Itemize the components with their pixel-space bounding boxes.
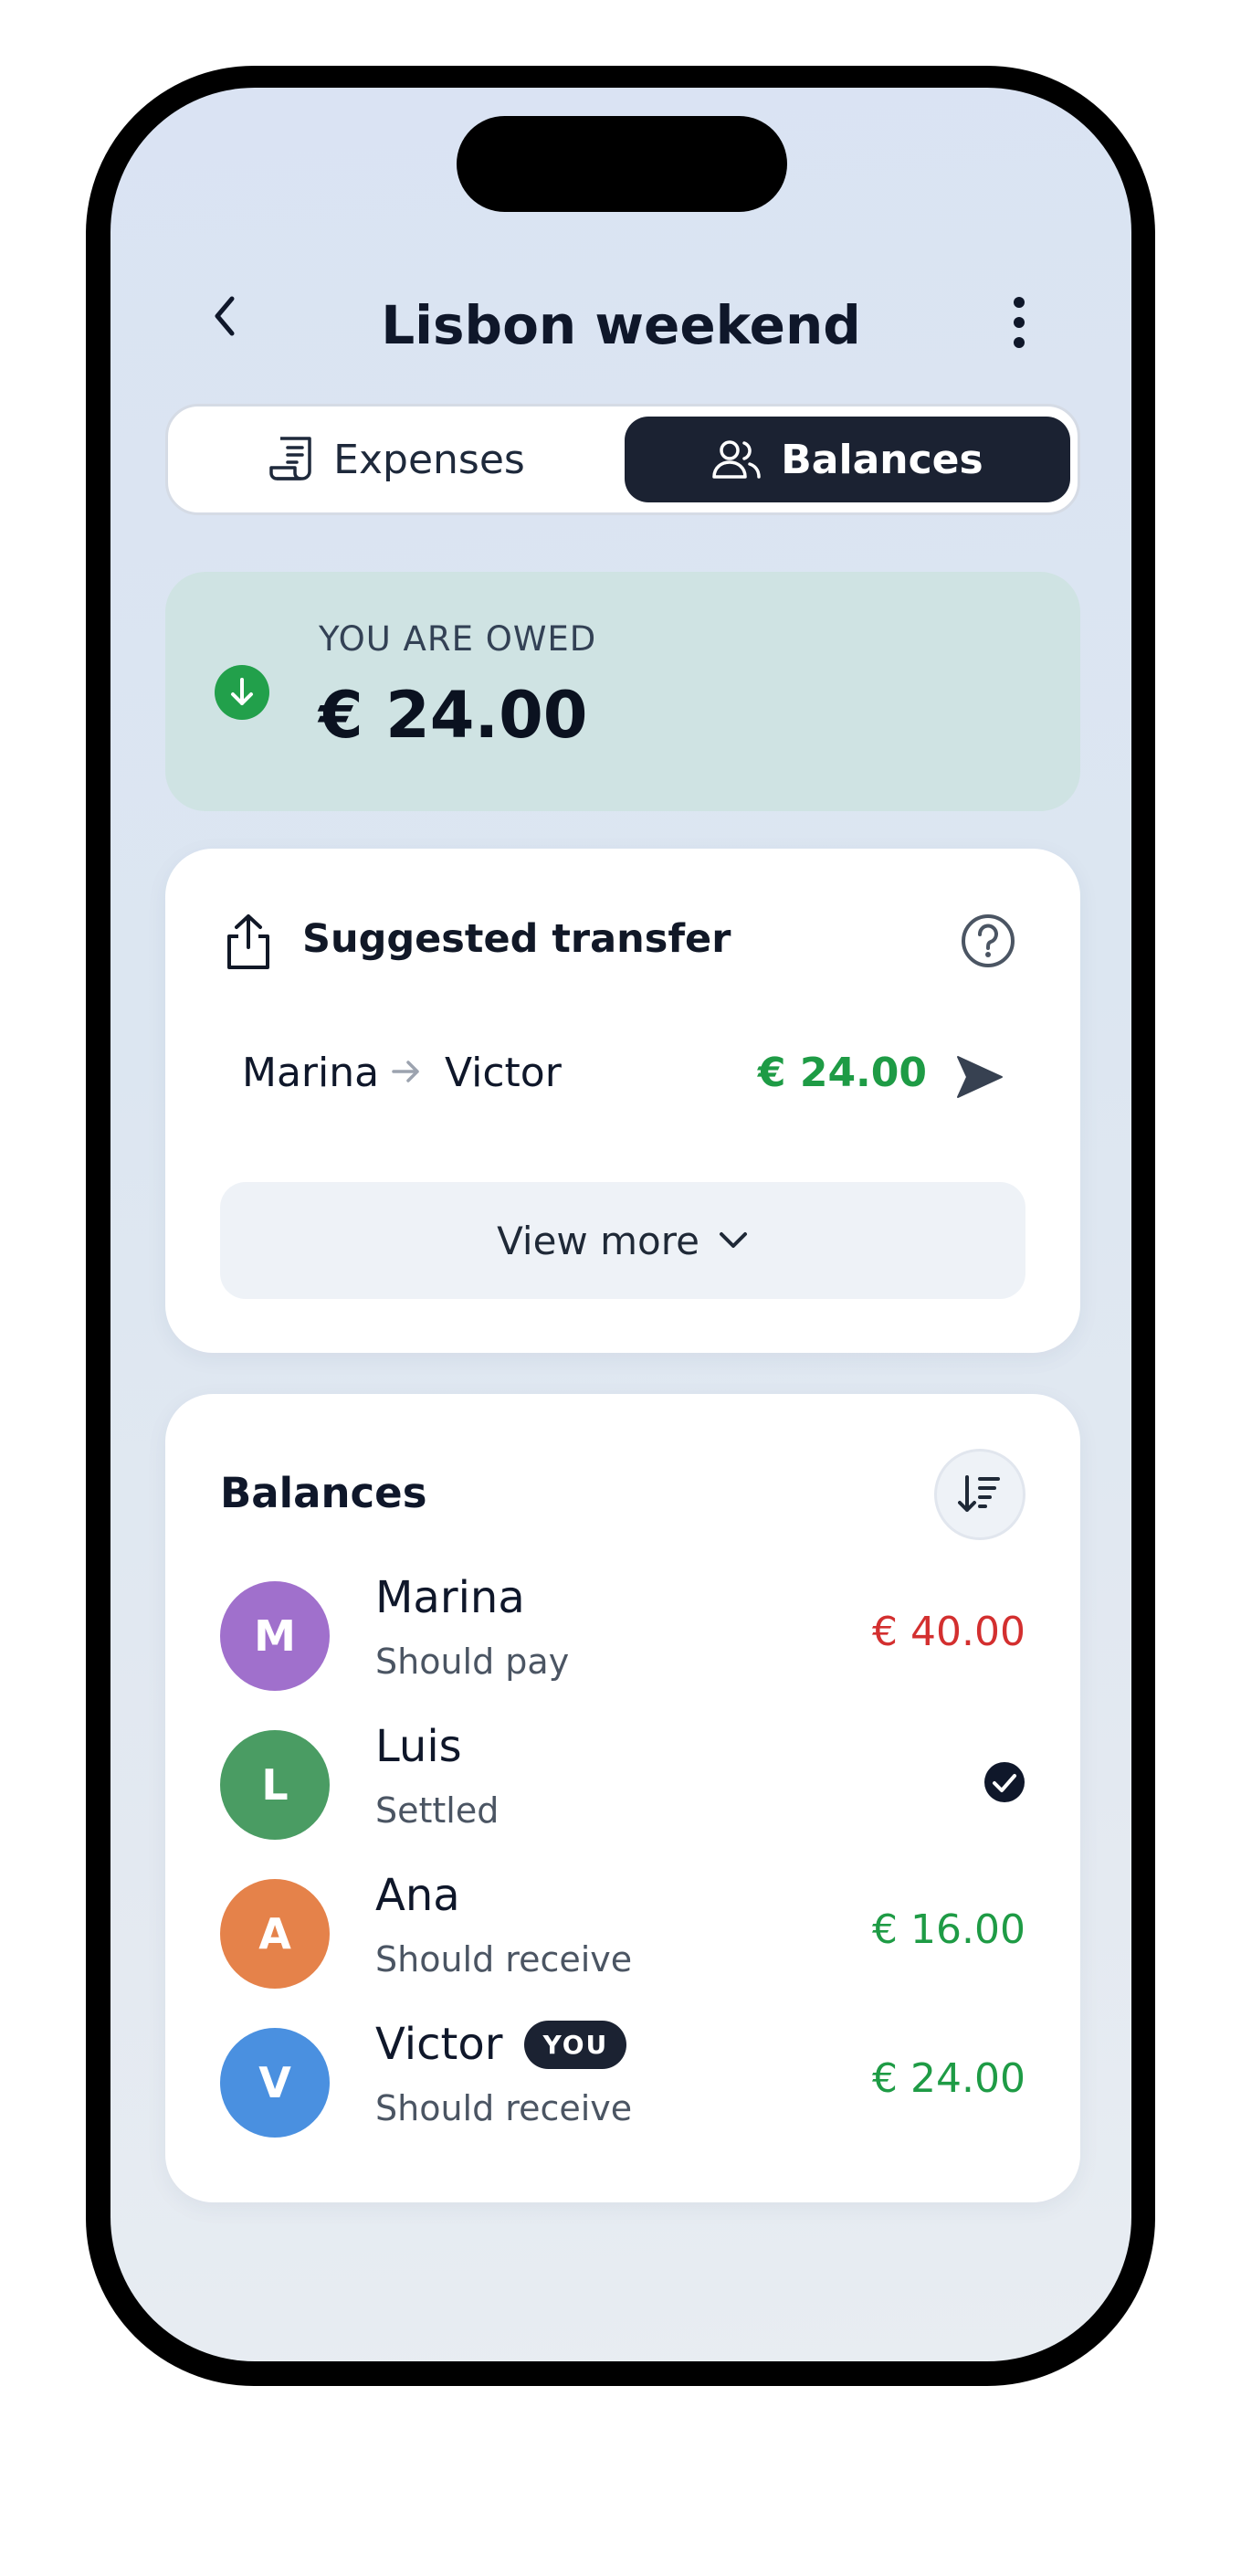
app-screen: Lisbon weekend Expenses Balances YOU ARE… (110, 88, 1131, 2361)
avatar: V (220, 2028, 330, 2138)
chevron-down-icon (719, 1232, 747, 1248)
person-amount: € 24.00 (872, 2055, 1025, 2102)
balances-card: Balances M Marina Should pay € 40.00 L L… (165, 1394, 1080, 2202)
more-vertical-icon (1014, 297, 1025, 348)
person-name: Victor YOU (375, 2019, 627, 2070)
tab-expenses[interactable]: Expenses (177, 417, 615, 502)
person-name-text: Victor (375, 2019, 503, 2070)
sort-icon (958, 1475, 1000, 1512)
avatar: M (220, 1581, 330, 1691)
transfer-to: Victor (445, 1050, 562, 1096)
balances-title: Balances (220, 1469, 427, 1517)
page-title: Lisbon weekend (381, 294, 861, 356)
list-item[interactable]: L Luis Settled (165, 1721, 1080, 1849)
sort-button[interactable] (934, 1449, 1025, 1540)
suggested-transfer-card: Suggested transfer Marina Victor € 24.00… (165, 849, 1080, 1353)
person-amount: € 16.00 (872, 1906, 1025, 1953)
view-switcher: Expenses Balances (165, 404, 1080, 515)
person-name-text: Ana (375, 1870, 460, 1921)
share-icon (227, 914, 269, 969)
transfer-from: Marina (242, 1050, 380, 1096)
person-status: Should receive (375, 1939, 633, 1980)
person-name-text: Marina (375, 1572, 525, 1623)
send-icon[interactable] (954, 1053, 1005, 1101)
transfer-amount: € 24.00 (757, 1050, 927, 1096)
more-options-button[interactable] (996, 290, 1042, 354)
check-circle-icon (984, 1762, 1025, 1802)
list-item[interactable]: A Ana Should receive € 16.00 (165, 1870, 1080, 1998)
owed-label: YOU ARE OWED (319, 619, 597, 659)
users-icon (712, 440, 762, 479)
view-more-label: View more (497, 1218, 699, 1263)
arrow-down-icon (215, 665, 269, 720)
transfer-row: Marina Victor € 24.00 (165, 1040, 1080, 1114)
arrow-right-icon (392, 1061, 419, 1082)
dynamic-island (457, 116, 787, 212)
view-more-button[interactable]: View more (220, 1182, 1025, 1299)
person-status: Should receive (375, 2088, 633, 2128)
owed-amount: € 24.00 (319, 678, 588, 753)
person-name: Luis (375, 1721, 462, 1772)
person-name: Marina (375, 1572, 525, 1623)
avatar: A (220, 1879, 330, 1989)
tab-expenses-label: Expenses (333, 436, 525, 483)
help-icon[interactable] (960, 913, 1016, 969)
avatar: L (220, 1730, 330, 1840)
owed-summary-card: YOU ARE OWED € 24.00 (165, 572, 1080, 811)
person-status: Settled (375, 1790, 500, 1831)
tab-balances-label: Balances (781, 436, 983, 483)
receipt-icon (269, 437, 311, 480)
suggested-transfer-title: Suggested transfer (302, 916, 731, 962)
person-name-text: Luis (375, 1721, 462, 1772)
list-item[interactable]: V Victor YOU Should receive € 24.00 (165, 2019, 1080, 2147)
person-status: Should pay (375, 1642, 570, 1682)
list-item[interactable]: M Marina Should pay € 40.00 (165, 1572, 1080, 1700)
you-badge: YOU (524, 2020, 627, 2069)
person-amount: € 40.00 (872, 1609, 1025, 1655)
person-name: Ana (375, 1870, 460, 1921)
tab-balances[interactable]: Balances (625, 417, 1070, 502)
